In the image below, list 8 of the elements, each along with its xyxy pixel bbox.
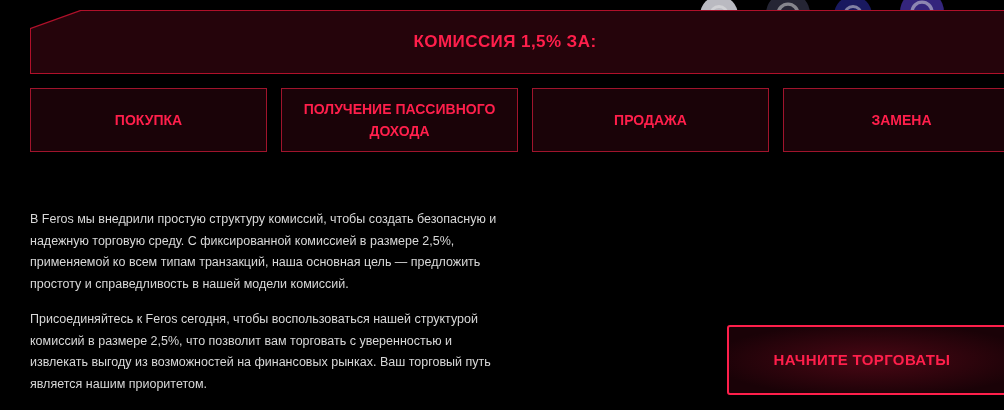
fee-label: ПРОДАЖА	[614, 111, 687, 130]
fee-label: ПОКУПКА	[114, 111, 183, 130]
start-trading-button[interactable]: НАЧНИТЕ ТОРГОВАТЫ	[727, 325, 1004, 395]
fee-label: ЗАМЕНА	[871, 111, 932, 130]
header-title: КОМИССИЯ 1,5% ЗА:	[413, 31, 597, 54]
description-paragraph: В Feros мы внедрили простую структуру комиссий, чтобы создать безопасную и надежную торговую среду. С фиксированной комиссией в размере 2,5%, применяемой ко всем типам транзакций, наша основная цель — предложить простоту и справедливость в нашей модели комиссий.	[30, 211, 498, 293]
description-paragraph: Присоединяйтесь к Feros сегодня, чтобы воспользоваться нашей структурой комиссий в размере 2,5%, что позволит вам торговать с уверенностью и извлекать выгоду из возможностей на финансовых рынках. Ваш торговый путь является нашим приоритетом.	[30, 311, 492, 393]
fee-label: ПОЛУЧЕНИЕ ПАССИВНОГО ДОХОДА	[302, 100, 497, 141]
